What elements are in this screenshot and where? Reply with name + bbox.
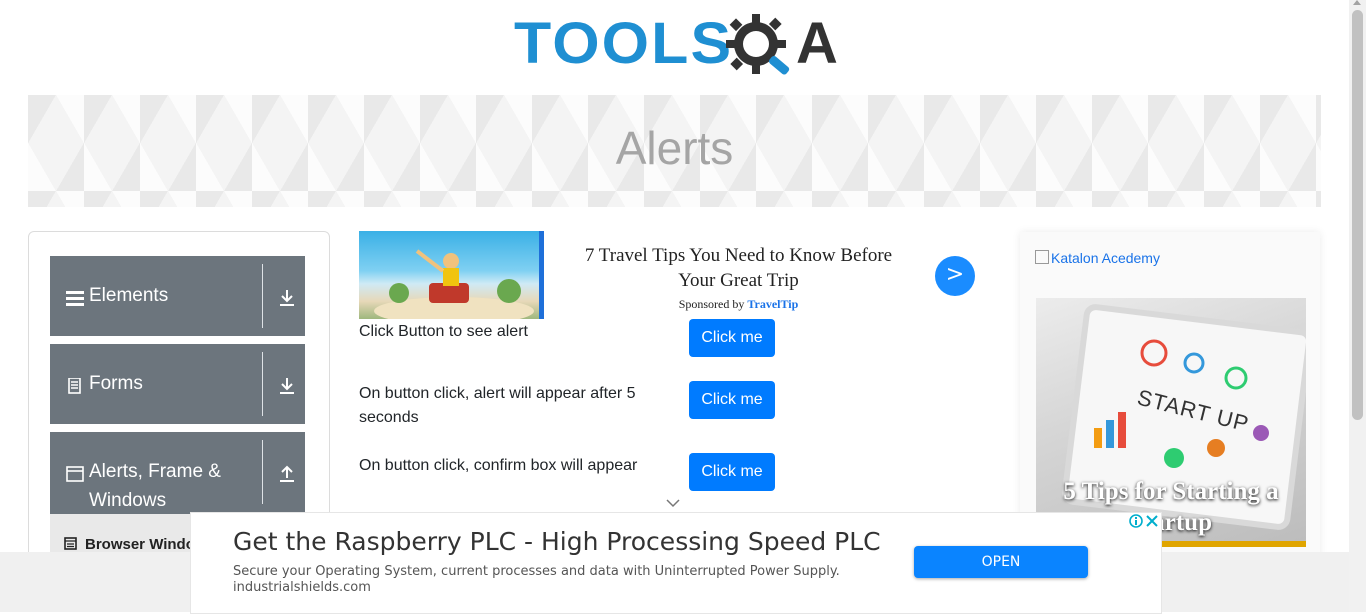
- bottom-ad-description: Secure your Operating System, current pr…: [233, 564, 840, 579]
- alert-button[interactable]: Click me: [689, 319, 775, 357]
- gear-magnifier-icon: [726, 14, 790, 75]
- window-icon: [66, 466, 84, 482]
- sidebar-group-forms[interactable]: Forms: [50, 344, 305, 424]
- download-arrow-icon[interactable]: [278, 289, 296, 307]
- ad-title[interactable]: 7 Travel Tips You Need to Know Before Yo…: [571, 243, 906, 293]
- broken-image-icon: [1035, 250, 1049, 264]
- katalon-alt-text: Katalon Acedemy: [1051, 250, 1160, 266]
- menu-lines-icon: [66, 291, 84, 306]
- download-arrow-icon[interactable]: [278, 377, 296, 395]
- sidebar-group-label: Forms: [89, 373, 143, 394]
- page-banner: Alerts: [28, 95, 1321, 207]
- divider: [262, 264, 263, 328]
- sidebar-group-alerts-frame-windows[interactable]: Alerts, Frame & Windows: [50, 432, 305, 514]
- scroll-up-arrow-icon[interactable]: [1353, 0, 1361, 5]
- alert-row-text: Click Button to see alert: [359, 323, 528, 340]
- logo-suffix: A: [796, 11, 838, 76]
- confirm-row-text: On button click, confirm box will appear: [359, 457, 638, 474]
- sidebar-group-label: Alerts, Frame & Windows: [89, 461, 221, 511]
- open-button[interactable]: OPEN: [914, 546, 1088, 578]
- chevron-down-icon[interactable]: [666, 498, 680, 508]
- confirm-button[interactable]: Click me: [689, 453, 775, 491]
- ad-sponsor-line: Sponsored by TravelTip: [571, 297, 906, 312]
- logo-text: TOOLS: [514, 11, 734, 76]
- bottom-ad-title[interactable]: Get the Raspberry PLC - High Processing …: [233, 527, 881, 556]
- bottom-ad-url[interactable]: industrialshields.com: [233, 580, 371, 595]
- ad-image-edge: [539, 231, 544, 319]
- travel-illustration: [374, 249, 534, 319]
- window-small-icon: [64, 537, 77, 550]
- scroll-thumb[interactable]: [1352, 10, 1363, 420]
- toolsqa-logo[interactable]: TOOLS A: [514, 10, 840, 86]
- divider: [262, 440, 263, 504]
- adchoices-close-icon[interactable]: [1128, 513, 1160, 529]
- page-title: Alerts: [615, 122, 734, 174]
- page-scrollbar[interactable]: [1349, 0, 1366, 612]
- bottom-ad[interactable]: Get the Raspberry PLC - High Processing …: [190, 512, 1162, 614]
- document-icon: [68, 378, 81, 394]
- ad-go-button[interactable]: >: [935, 256, 975, 296]
- upload-arrow-icon[interactable]: [278, 465, 296, 483]
- timer-alert-button[interactable]: Click me: [689, 381, 775, 419]
- ad-image[interactable]: [359, 231, 544, 319]
- sponsored-ad[interactable]: 7 Travel Tips You Need to Know Before Yo…: [359, 231, 979, 319]
- katalon-broken-image-link[interactable]: Katalon Acedemy: [1035, 250, 1160, 266]
- sidebar-group-elements[interactable]: Elements: [50, 256, 305, 336]
- divider: [262, 352, 263, 416]
- sponsor-name[interactable]: TravelTip: [747, 297, 798, 311]
- sidebar-group-label: Elements: [89, 285, 169, 306]
- timer-alert-row-text: On button click, alert will appear after…: [359, 385, 636, 426]
- sponsored-prefix: Sponsored by: [678, 297, 745, 311]
